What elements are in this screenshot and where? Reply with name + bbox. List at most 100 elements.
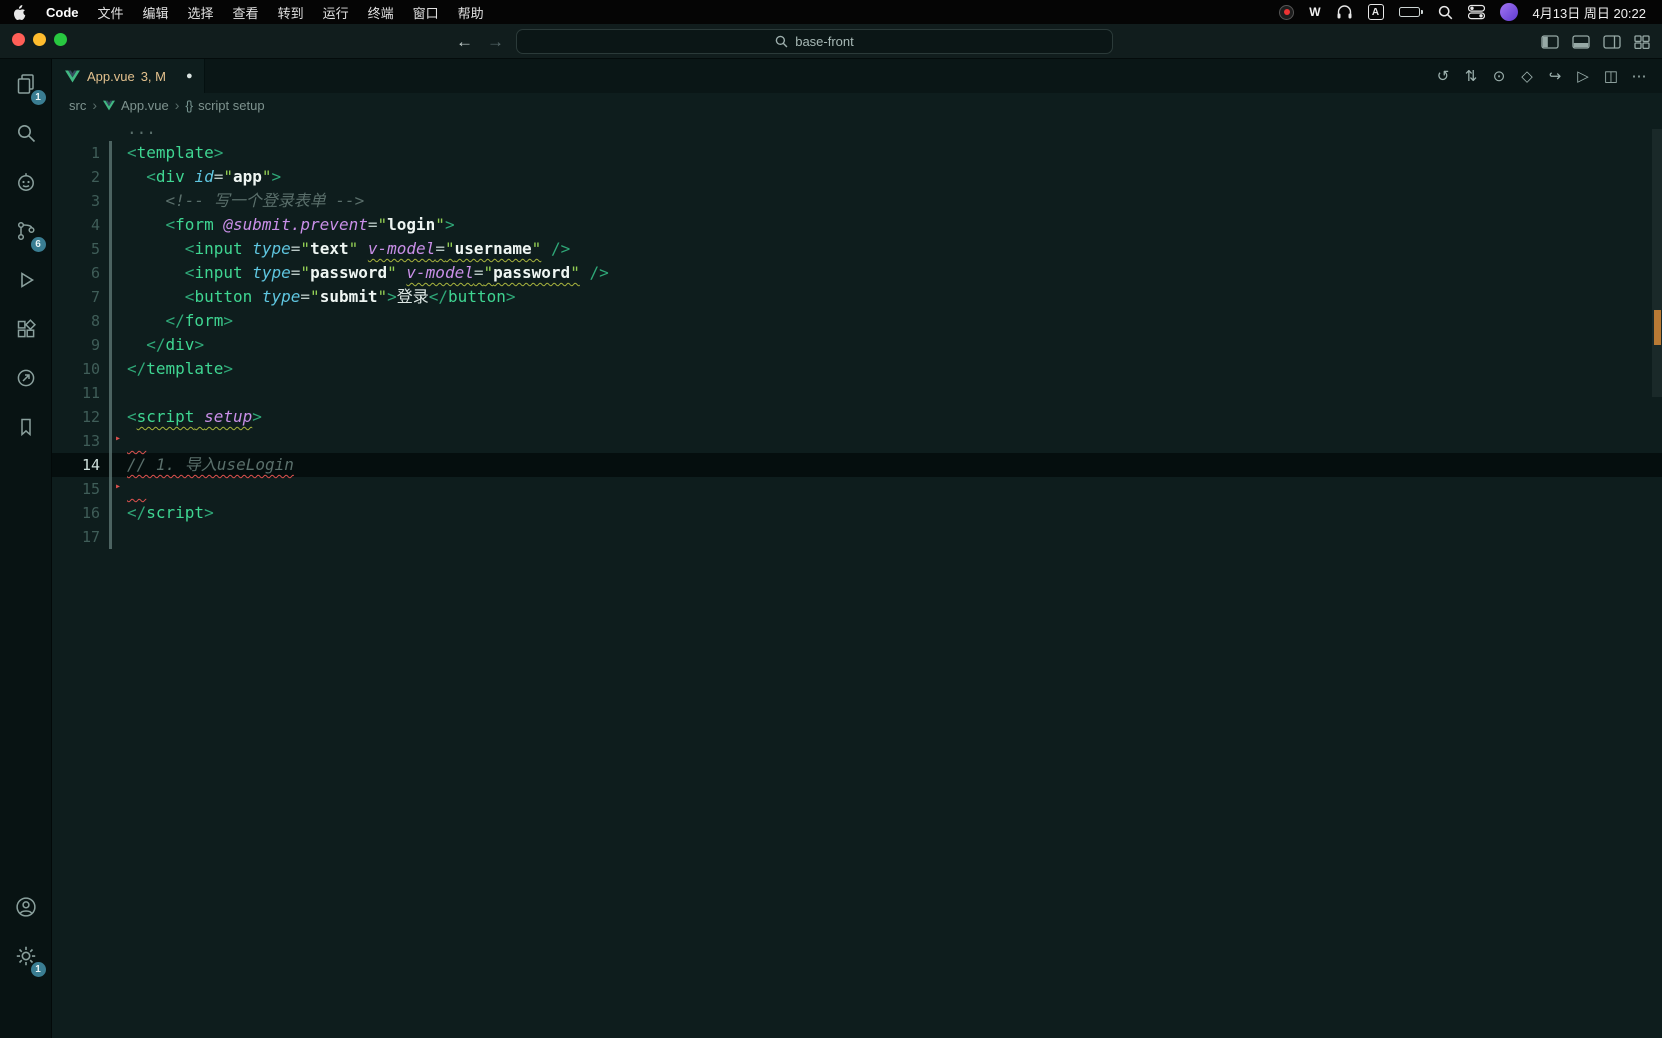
maximize-window-button[interactable] <box>54 33 67 46</box>
code-line[interactable]: 4 <form @submit.prevent="login"> <box>52 213 1662 237</box>
code-line[interactable]: 11 <box>52 381 1662 405</box>
breadcrumb-symbol[interactable]: script setup <box>198 98 264 113</box>
unsaved-changes-dot-icon[interactable]: ● <box>186 70 193 82</box>
menu-item[interactable]: 编辑 <box>143 3 169 22</box>
code-line[interactable]: 12 <script setup> <box>52 405 1662 429</box>
menubar-clock[interactable]: 4月13日 周日 20:22 <box>1533 3 1646 22</box>
symbol-brackets-icon: {} <box>185 97 193 113</box>
app-menu[interactable]: Code <box>46 5 79 20</box>
menu-item[interactable]: 转到 <box>278 3 304 22</box>
bookmark-icon <box>20 418 31 436</box>
code-editor[interactable]: ... 1 <template> 2 <div id="app"> 3 <!-- 写一个… <box>52 117 1662 1038</box>
chevron-right-icon: › <box>174 97 180 113</box>
open-changes-icon[interactable]: ⊙ <box>1488 67 1510 85</box>
account-person-icon <box>15 896 36 917</box>
code-lines: ... 1 <template> 2 <div id="app"> 3 <!-- 写一个… <box>52 117 1662 549</box>
split-editor-icon[interactable]: ◫ <box>1600 67 1622 85</box>
symbol-outline-icon[interactable]: ◇ <box>1516 67 1538 85</box>
menu-item[interactable]: 选择 <box>188 3 214 22</box>
tab-problems-git-decoration: 3, M <box>140 68 166 84</box>
goto-icon[interactable]: ↪ <box>1544 67 1566 85</box>
w-app-icon[interactable]: W <box>1309 5 1320 19</box>
breadcrumb: src › App.vue › {} script setup <box>52 93 1662 117</box>
settings-badge: 1 <box>30 962 46 977</box>
code-line[interactable]: 15 ▸ <box>52 477 1662 501</box>
code-line[interactable]: 13 ▸ <box>52 429 1662 453</box>
settings-button[interactable]: 1 <box>2 931 50 980</box>
audio-headphones-icon[interactable] <box>1336 4 1353 20</box>
menu-item[interactable]: 终端 <box>368 3 394 22</box>
editor-scrollbar[interactable] <box>1652 129 1662 397</box>
run-debug-icon <box>20 271 34 288</box>
sidebar-item-bookmarks[interactable] <box>2 402 50 451</box>
spotlight-search-icon[interactable] <box>1438 5 1453 20</box>
sidebar-item-chat[interactable] <box>2 157 50 206</box>
sidebar-item-extensions[interactable] <box>2 304 50 353</box>
minimize-window-button[interactable] <box>33 33 46 46</box>
code-line[interactable]: 6 <input type="password" v-model="passwo… <box>52 261 1662 285</box>
sidebar-item-source-control[interactable]: 6 <box>2 206 50 255</box>
activity-bar: 1 6 1 <box>0 59 52 1038</box>
code-line[interactable]: 10 </template> <box>52 357 1662 381</box>
toggle-secondary-sidebar-icon[interactable] <box>1603 34 1621 49</box>
menu-item[interactable]: 帮助 <box>458 3 484 22</box>
command-center-search[interactable]: base-front <box>516 29 1113 54</box>
menu-item[interactable]: 查看 <box>233 3 259 22</box>
control-center-icon[interactable] <box>1467 4 1485 20</box>
sidebar-item-search[interactable] <box>2 108 50 157</box>
source-control-graph-icon[interactable]: ⇅ <box>1460 67 1482 85</box>
search-icon <box>775 35 788 48</box>
chat-robot-icon <box>17 172 34 191</box>
input-source-icon[interactable]: A <box>1367 4 1384 20</box>
breadcrumb-file[interactable]: App.vue <box>121 98 169 113</box>
tab-label: App.vue <box>87 68 135 84</box>
source-control-badge: 6 <box>30 237 46 252</box>
menu-item[interactable]: 文件 <box>98 3 124 22</box>
battery-icon[interactable] <box>1398 7 1423 17</box>
menu-item[interactable]: 窗口 <box>413 3 439 22</box>
menu-item[interactable]: 运行 <box>323 3 349 22</box>
chevron-right-icon: › <box>92 97 98 113</box>
more-actions-icon[interactable]: ⋯ <box>1628 67 1650 85</box>
extensions-icon <box>17 318 36 337</box>
sidebar-item-run-debug[interactable] <box>2 255 50 304</box>
code-line[interactable]: 5 <input type="text" v-model="username" … <box>52 237 1662 261</box>
window-controls <box>12 33 67 46</box>
error-marker-icon: ▸ <box>115 481 122 492</box>
navigate-back-icon[interactable]: ← <box>456 32 473 52</box>
code-line[interactable]: 7 <button type="submit">登录</button> <box>52 285 1662 309</box>
run-file-icon[interactable]: ▷ <box>1572 67 1594 85</box>
tab-app-vue[interactable]: App.vue 3, M ● <box>52 59 205 93</box>
sidebar-item-circle-arrow[interactable] <box>2 353 50 402</box>
code-line[interactable]: 3 <!-- 写一个登录表单 --> <box>52 189 1662 213</box>
editor-actions: ↺ ⇅ ⊙ ◇ ↪ ▷ ◫ ⋯ <box>1432 59 1662 93</box>
code-line[interactable]: 9 </div> <box>52 333 1662 357</box>
tab-bar: App.vue 3, M ● ↺ ⇅ ⊙ ◇ ↪ ▷ ◫ ⋯ <box>52 59 1662 93</box>
titlebar: ← → base-front <box>0 24 1662 59</box>
code-line[interactable]: 14// 1. 导入useLogin <box>52 453 1662 477</box>
account-button[interactable] <box>2 882 50 931</box>
customize-layout-icon[interactable] <box>1634 34 1650 49</box>
code-line[interactable]: 1 <template> <box>52 141 1662 165</box>
close-window-button[interactable] <box>12 33 25 46</box>
menubar-items: 文件 编辑 选择 查看 转到 运行 终端 窗口 帮助 <box>98 3 484 22</box>
navigate-forward-icon[interactable]: → <box>487 32 504 52</box>
screen-recording-icon[interactable] <box>1279 4 1295 20</box>
timeline-icon[interactable]: ↺ <box>1432 67 1454 85</box>
toggle-panel-icon[interactable] <box>1572 34 1590 49</box>
overview-ruler-modified-mark <box>1654 310 1661 345</box>
code-line[interactable]: ... <box>52 117 1662 141</box>
apple-menu-icon[interactable] <box>14 4 27 20</box>
menubar-status-area: W A 4月13日 周日 20:22 <box>1279 3 1646 22</box>
code-line[interactable]: 8 </form> <box>52 309 1662 333</box>
vue-icon <box>65 69 80 83</box>
code-line[interactable]: 2 <div id="app"> <box>52 165 1662 189</box>
error-marker-icon: ▸ <box>115 433 122 444</box>
sidebar-item-explorer[interactable]: 1 <box>2 59 50 108</box>
code-line[interactable]: 16 </script> <box>52 501 1662 525</box>
toggle-sidebar-icon[interactable] <box>1541 34 1559 49</box>
breadcrumb-folder[interactable]: src <box>69 98 86 113</box>
code-line[interactable]: 17 <box>52 525 1662 549</box>
command-center-label: base-front <box>795 34 854 49</box>
user-avatar[interactable] <box>1499 3 1518 21</box>
